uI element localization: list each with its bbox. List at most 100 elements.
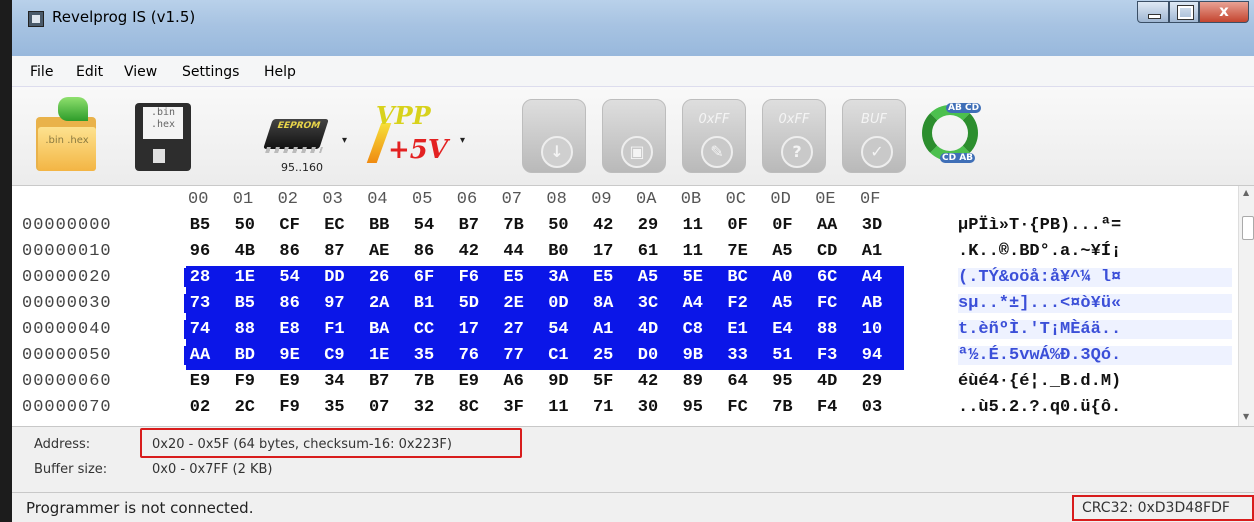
hex-byte[interactable]: E5: [587, 268, 620, 287]
vpp-select-button[interactable]: VPP +5V ▾: [366, 97, 466, 175]
hex-row[interactable]: 00000000 B5 50 CF EC BB 54 B7 7B 50 42 29 11 0F 0F AA 3D…: [12, 214, 1238, 236]
hex-byte[interactable]: 74: [184, 320, 216, 339]
hex-byte[interactable]: 5D: [452, 294, 485, 313]
hex-byte[interactable]: 7B: [766, 398, 798, 417]
hex-byte[interactable]: CC: [408, 320, 440, 339]
hex-byte[interactable]: F2: [721, 294, 754, 313]
ascii-text[interactable]: t.èñºÌ.'T¡MÈáä..: [958, 320, 1232, 339]
hex-byte[interactable]: 9D: [542, 372, 574, 391]
hex-byte[interactable]: A1: [587, 320, 620, 339]
ascii-text[interactable]: (.TÝ&oöå:å¥^¼ l¤: [958, 268, 1232, 287]
hex-byte[interactable]: 1E: [228, 268, 261, 287]
hex-row[interactable]: 00000030 73 B5 86 97 2A B1 5D 2E 0D 8A 3C A4 F2 A5 FC AB…: [12, 292, 1238, 314]
scrollbar-thumb[interactable]: [1242, 216, 1254, 240]
menu-help[interactable]: Help: [264, 64, 296, 80]
hex-byte[interactable]: C8: [676, 320, 709, 339]
hex-byte[interactable]: 0F: [722, 216, 754, 235]
hex-byte[interactable]: 2A: [363, 294, 396, 313]
chevron-down-icon[interactable]: ▾: [460, 135, 465, 146]
hex-byte[interactable]: A5: [766, 294, 799, 313]
hex-byte[interactable]: FC: [722, 398, 754, 417]
ascii-text[interactable]: .K..®.BD°.a.~¥Í¡: [958, 242, 1232, 261]
hex-byte[interactable]: 34: [318, 372, 350, 391]
hex-byte[interactable]: 51: [766, 346, 799, 365]
hex-byte[interactable]: 54: [273, 268, 306, 287]
menu-file[interactable]: File: [30, 64, 53, 80]
hex-byte[interactable]: 6C: [811, 268, 844, 287]
verify-buffer-button[interactable]: BUF ✓: [842, 99, 906, 173]
hex-byte[interactable]: 88: [228, 320, 261, 339]
hex-byte[interactable]: 86: [408, 242, 440, 261]
hex-byte[interactable]: 42: [632, 372, 664, 391]
hex-byte[interactable]: 50: [229, 216, 261, 235]
hex-byte[interactable]: F3: [811, 346, 844, 365]
hex-byte[interactable]: AA: [811, 216, 843, 235]
menu-edit[interactable]: Edit: [76, 64, 103, 80]
hex-byte[interactable]: 2E: [497, 294, 530, 313]
hex-byte[interactable]: 96: [184, 242, 216, 261]
hex-byte[interactable]: BD: [228, 346, 261, 365]
hex-byte[interactable]: 3A: [542, 268, 575, 287]
hex-byte[interactable]: BA: [363, 320, 396, 339]
hex-row[interactable]: 00000040 74 88 E8 F1 BA CC 17 27 54 A1 4D C8 E1 E4 88 10…: [12, 318, 1238, 340]
hex-byte[interactable]: B5: [228, 294, 261, 313]
hex-byte[interactable]: A1: [856, 242, 888, 261]
hex-byte[interactable]: DD: [318, 268, 351, 287]
hex-byte[interactable]: 4D: [632, 320, 664, 339]
hex-byte[interactable]: 17: [587, 242, 619, 261]
hex-byte[interactable]: 54: [408, 216, 440, 235]
hex-row[interactable]: 00000070 02 2C F9 35 07 32 8C 3F 11 71 30 95 FC 7B F4 03…: [12, 396, 1238, 418]
hex-byte[interactable]: A6: [498, 372, 530, 391]
hex-byte[interactable]: 97: [318, 294, 351, 313]
hex-byte[interactable]: 86: [273, 294, 306, 313]
hex-row[interactable]: 00000020 28 1E 54 DD 26 6F F6 E5 3A E5 A5 5E BC A0 6C A4…: [12, 266, 1238, 288]
hex-byte[interactable]: 42: [453, 242, 485, 261]
hex-byte[interactable]: 71: [587, 398, 619, 417]
scroll-up-icon[interactable]: ▲: [1243, 188, 1249, 197]
hex-byte[interactable]: 17: [452, 320, 485, 339]
ascii-text[interactable]: ..ù5.2.?.q0.ü{ô.: [958, 398, 1232, 417]
hex-byte[interactable]: 4D: [811, 372, 843, 391]
hex-byte[interactable]: EC: [318, 216, 350, 235]
hex-byte[interactable]: 26: [363, 268, 396, 287]
hex-byte[interactable]: C9: [318, 346, 351, 365]
hex-byte[interactable]: F6: [452, 268, 485, 287]
hex-byte[interactable]: 25: [587, 346, 620, 365]
hex-byte[interactable]: 11: [542, 398, 574, 417]
hex-byte[interactable]: 5F: [587, 372, 619, 391]
hex-byte[interactable]: B5: [184, 216, 216, 235]
hex-byte[interactable]: 33: [721, 346, 754, 365]
hex-byte[interactable]: 1E: [363, 346, 396, 365]
hex-byte[interactable]: 54: [542, 320, 575, 339]
hex-byte[interactable]: E9: [184, 372, 216, 391]
hex-byte[interactable]: 5E: [676, 268, 709, 287]
hex-byte[interactable]: 87: [318, 242, 350, 261]
hex-byte[interactable]: 89: [677, 372, 709, 391]
hex-byte[interactable]: 77: [497, 346, 530, 365]
hex-byte[interactable]: CF: [274, 216, 306, 235]
hex-byte[interactable]: B1: [408, 294, 440, 313]
hex-byte[interactable]: 35: [408, 346, 440, 365]
hex-byte[interactable]: A5: [632, 268, 664, 287]
hex-byte[interactable]: 07: [363, 398, 395, 417]
hex-byte[interactable]: BB: [363, 216, 395, 235]
hex-byte[interactable]: A4: [856, 268, 888, 287]
hex-byte[interactable]: D0: [632, 346, 664, 365]
hex-byte[interactable]: 61: [632, 242, 664, 261]
hex-byte[interactable]: E1: [721, 320, 754, 339]
hex-byte[interactable]: C1: [542, 346, 575, 365]
hex-byte[interactable]: A5: [766, 242, 798, 261]
hex-byte[interactable]: B7: [363, 372, 395, 391]
swap-bytes-button[interactable]: AB CD CD AB: [922, 97, 982, 175]
hex-byte[interactable]: 76: [452, 346, 485, 365]
hex-byte[interactable]: 6F: [408, 268, 440, 287]
hex-byte[interactable]: 02: [184, 398, 216, 417]
blank-check-button[interactable]: 0xFF ?: [762, 99, 826, 173]
title-bar[interactable]: Revelprog IS (v1.5) x: [12, 0, 1254, 56]
chevron-down-icon[interactable]: ▾: [342, 135, 347, 146]
hex-byte[interactable]: CD: [811, 242, 843, 261]
hex-byte[interactable]: 4B: [229, 242, 261, 261]
hex-byte[interactable]: 10: [856, 320, 888, 339]
hex-byte[interactable]: 64: [722, 372, 754, 391]
hex-byte[interactable]: 3D: [856, 216, 888, 235]
